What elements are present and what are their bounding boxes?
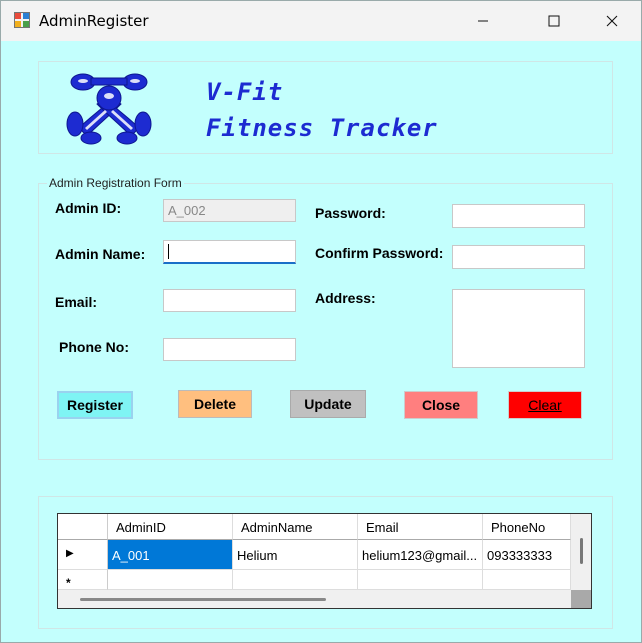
window-title: AdminRegister: [39, 12, 149, 30]
minimize-button[interactable]: [460, 1, 506, 41]
groupbox-legend: Admin Registration Form: [47, 176, 184, 190]
password-label: Password:: [315, 205, 386, 221]
grid-cell[interactable]: A_001: [108, 540, 233, 570]
column-header-phoneno[interactable]: PhoneNo: [483, 514, 571, 540]
admin-name-label: Admin Name:: [55, 246, 146, 262]
admin-id-label: Admin ID:: [55, 200, 122, 216]
admin-data-grid[interactable]: AdminID AdminName Email PhoneNo ▶ A_001 …: [57, 513, 592, 609]
close-button[interactable]: Close: [404, 391, 478, 419]
vertical-scrollbar[interactable]: [571, 514, 591, 590]
title-bar[interactable]: AdminRegister: [1, 1, 641, 41]
phone-field[interactable]: [163, 338, 296, 361]
close-window-button[interactable]: [589, 1, 635, 41]
confirm-password-field[interactable]: [452, 245, 585, 269]
grid-cell-new[interactable]: [108, 570, 233, 590]
register-button[interactable]: Register: [57, 391, 133, 419]
horizontal-scroll-thumb[interactable]: [80, 598, 326, 601]
row-header-new[interactable]: *: [58, 570, 108, 590]
header-panel: V-Fit Fitness Tracker: [38, 61, 613, 154]
brand-name: V-Fit: [206, 78, 284, 106]
admin-registration-groupbox: Admin Registration Form Admin ID: A_002 …: [38, 176, 613, 460]
address-field[interactable]: [452, 289, 585, 368]
maximize-button[interactable]: [531, 1, 577, 41]
grid-cell[interactable]: 093333333: [483, 540, 571, 570]
brand-tagline: Fitness Tracker: [206, 114, 438, 142]
text-caret: [168, 244, 169, 259]
grid-corner-header[interactable]: [58, 514, 108, 540]
confirm-password-label: Confirm Password:: [315, 245, 444, 261]
email-label: Email:: [55, 294, 98, 310]
new-row-marker-icon: *: [66, 576, 71, 590]
grid-cell-new[interactable]: [483, 570, 571, 590]
winforms-app-icon: [14, 12, 30, 28]
close-icon: [606, 15, 618, 27]
clear-button[interactable]: Clear: [508, 391, 582, 419]
dumbbell-logo-icon: [66, 73, 152, 145]
column-header-adminid[interactable]: AdminID: [108, 514, 233, 540]
maximize-icon: [548, 15, 560, 27]
grid-cell[interactable]: helium123@gmail...: [358, 540, 483, 570]
minimize-icon: [478, 20, 488, 22]
admin-id-field: A_002: [163, 199, 296, 222]
grid-cell-new[interactable]: [358, 570, 483, 590]
admin-name-field[interactable]: [163, 240, 296, 264]
phone-label: Phone No:: [59, 339, 129, 355]
grid-cell[interactable]: Helium: [233, 540, 358, 570]
email-field[interactable]: [163, 289, 296, 312]
row-header-current[interactable]: ▶: [58, 540, 108, 570]
update-button[interactable]: Update: [290, 390, 366, 418]
grid-body: AdminID AdminName Email PhoneNo ▶ A_001 …: [58, 514, 571, 590]
password-field[interactable]: [452, 204, 585, 228]
delete-button[interactable]: Delete: [178, 390, 252, 418]
horizontal-scrollbar[interactable]: [58, 590, 571, 608]
grid-cell-new[interactable]: [233, 570, 358, 590]
admin-register-window: AdminRegister V-Fit Fitness Tracker Admi…: [0, 0, 642, 643]
column-header-adminname[interactable]: AdminName: [233, 514, 358, 540]
address-label: Address:: [315, 290, 376, 306]
column-header-email[interactable]: Email: [358, 514, 483, 540]
current-row-marker-icon: ▶: [66, 548, 74, 559]
grid-panel: AdminID AdminName Email PhoneNo ▶ A_001 …: [38, 496, 613, 629]
vertical-scroll-thumb[interactable]: [580, 538, 583, 564]
